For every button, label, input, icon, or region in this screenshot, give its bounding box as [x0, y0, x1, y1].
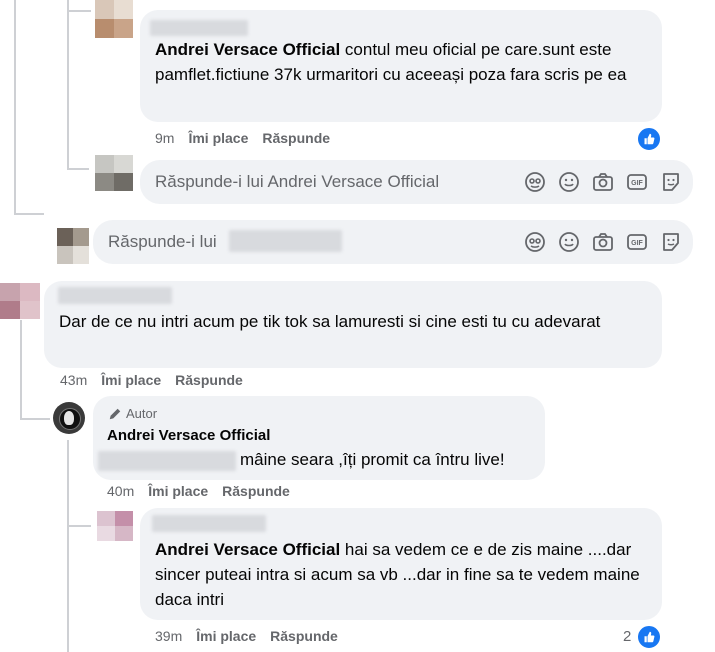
comment-author[interactable]: Andrei Versace Official [155, 40, 340, 59]
thread-line [20, 320, 22, 420]
reply-button[interactable]: Răspunde [222, 483, 290, 499]
avatar [57, 228, 89, 264]
like-button[interactable]: Îmi place [196, 628, 256, 644]
svg-text:GIF: GIF [631, 180, 643, 187]
composer-icons: GIF [523, 170, 683, 194]
like-button[interactable]: Îmi place [101, 372, 161, 388]
svg-text:GIF: GIF [631, 240, 643, 247]
avatar[interactable] [95, 0, 133, 38]
comment-author[interactable]: Andrei Versace Official [107, 427, 270, 444]
pencil-icon [109, 408, 121, 419]
thread-line [67, 168, 89, 170]
like-reaction-icon[interactable] [636, 126, 662, 152]
avatar-sticker-icon[interactable] [523, 230, 547, 254]
camera-icon[interactable] [591, 170, 615, 194]
thread-line [14, 213, 44, 215]
comment-text: Andrei Versace Official contul meu ofici… [155, 37, 647, 87]
sticker-icon[interactable] [659, 170, 683, 194]
comment-time[interactable]: 39m [155, 628, 182, 644]
avatar-sticker-icon[interactable] [523, 170, 547, 194]
thread-line [20, 418, 50, 420]
comment-bubble: Autor Andrei Versace Official mâine sear… [93, 396, 545, 480]
comment-actions: 39m Îmi place Răspunde [155, 628, 338, 644]
avatar[interactable] [97, 511, 133, 541]
sticker-icon[interactable] [659, 230, 683, 254]
avatar [95, 155, 133, 191]
author-badge: Autor [108, 406, 157, 421]
redacted-name [152, 515, 266, 532]
camera-icon[interactable] [591, 230, 615, 254]
gif-icon[interactable]: GIF [625, 170, 649, 194]
emoji-icon[interactable] [557, 170, 581, 194]
redacted-text [98, 451, 236, 471]
reply-button[interactable]: Răspunde [262, 130, 330, 146]
like-button[interactable]: Îmi place [188, 130, 248, 146]
avatar[interactable] [0, 283, 40, 319]
thread-line [67, 10, 91, 12]
comment-time[interactable]: 40m [107, 483, 134, 499]
comment-time[interactable]: 43m [60, 372, 87, 388]
comment-body: Dar de ce nu intri acum pe tik tok sa la… [59, 312, 601, 331]
composer-icons: GIF [523, 230, 683, 254]
comment-body: mâine seara ,îți promit ca întru live! [240, 450, 505, 469]
like-reaction-icon[interactable] [636, 624, 662, 650]
comment-time[interactable]: 9m [155, 130, 174, 146]
redacted-name [150, 20, 248, 36]
comment-actions: 40m Îmi place Răspunde [107, 483, 290, 499]
like-button[interactable]: Îmi place [148, 483, 208, 499]
comment-text: Andrei Versace Official hai sa vedem ce … [155, 537, 647, 612]
comment-author[interactable]: Andrei Versace Official [155, 540, 340, 559]
thread-line [67, 0, 69, 170]
reply-button[interactable]: Răspunde [270, 628, 338, 644]
gif-icon[interactable]: GIF [625, 230, 649, 254]
author-avatar[interactable] [53, 402, 85, 434]
comment-actions: 43m Îmi place Răspunde [60, 372, 243, 388]
reply-input[interactable]: Răspunde-i lui Andrei Versace Official G… [140, 160, 693, 204]
author-badge-label: Autor [126, 406, 158, 421]
redacted-name [229, 230, 342, 252]
thread-line [14, 0, 16, 215]
reply-button[interactable]: Răspunde [175, 372, 243, 388]
reaction-count[interactable]: 2 [623, 628, 631, 645]
redacted-name [58, 287, 172, 304]
reply-placeholder: Răspunde-i lui Andrei Versace Official [155, 172, 440, 191]
thread-line [67, 525, 91, 527]
comment-actions: 9m Îmi place Răspunde [155, 130, 330, 146]
reply-input[interactable]: Răspunde-i lui GIF [93, 220, 693, 264]
reply-placeholder: Răspunde-i lui [108, 232, 217, 251]
thread-line [67, 440, 69, 652]
emoji-icon[interactable] [557, 230, 581, 254]
